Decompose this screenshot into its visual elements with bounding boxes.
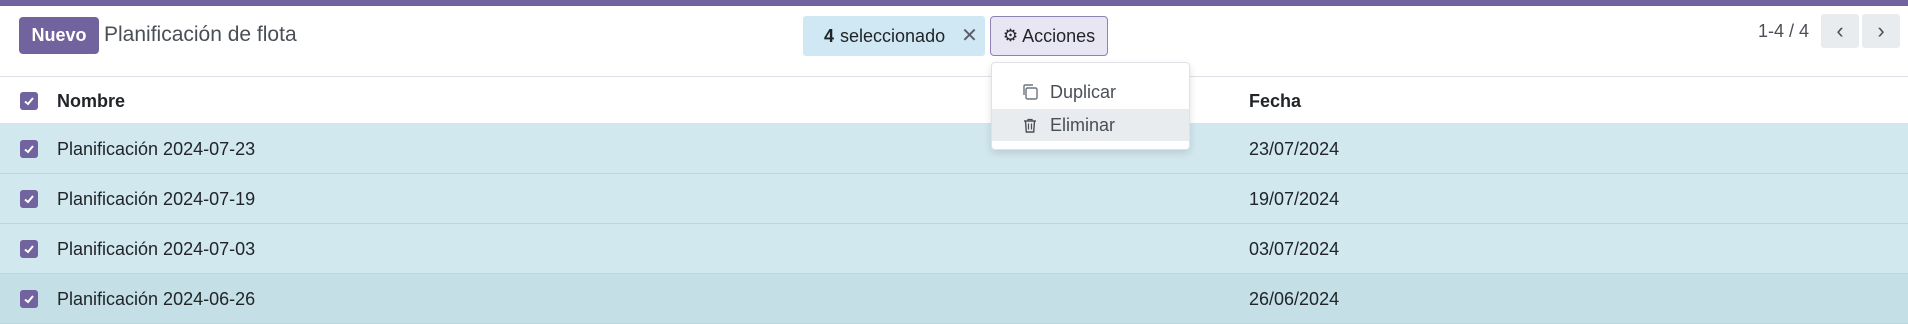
check-icon	[24, 97, 34, 106]
row-name: Planificación 2024-07-23	[57, 139, 256, 159]
row-name: Planificación 2024-07-19	[57, 189, 256, 209]
row-checkbox[interactable]	[20, 290, 38, 308]
gear-icon: ⚙	[1002, 26, 1019, 45]
close-icon[interactable]: ✕	[961, 26, 978, 46]
column-header-fecha[interactable]: Fecha	[1249, 91, 1301, 112]
actions-label: Acciones	[1022, 25, 1096, 46]
row-checkbox[interactable]	[20, 240, 38, 258]
selection-label: seleccionado	[840, 25, 946, 46]
top-accent-bar	[0, 0, 1908, 6]
table-row[interactable]: Planificación 2024-07-03 03/07/2024	[0, 224, 1908, 274]
menu-item-label: Duplicar	[1050, 81, 1117, 102]
pager-next-button[interactable]: ›	[1862, 14, 1900, 48]
table-row[interactable]: Planificación 2024-07-23 23/07/2024	[0, 124, 1908, 174]
row-date: 26/06/2024	[1249, 289, 1340, 309]
pager-value[interactable]: 1-4 / 4	[1758, 21, 1809, 42]
breadcrumb: Planificación de flota	[104, 23, 297, 46]
select-all-checkbox[interactable]	[20, 92, 38, 110]
row-date: 03/07/2024	[1249, 239, 1340, 259]
new-button[interactable]: Nuevo	[19, 17, 99, 54]
check-icon	[24, 195, 34, 204]
row-name: Planificación 2024-06-26	[57, 289, 256, 309]
table-row[interactable]: Planificación 2024-07-19 19/07/2024	[0, 174, 1908, 224]
pager-previous-button[interactable]: ‹	[1821, 14, 1859, 48]
actions-button[interactable]: ⚙ Acciones	[990, 16, 1108, 56]
selection-badge: 4 seleccionado ✕	[803, 16, 985, 56]
actions-dropdown: Duplicar Eliminar	[991, 62, 1190, 150]
menu-item-eliminar[interactable]: Eliminar	[992, 109, 1189, 141]
table-header: Nombre Fecha	[0, 76, 1908, 124]
trash-icon	[1020, 115, 1040, 135]
menu-item-label: Eliminar	[1050, 114, 1116, 135]
column-header-nombre[interactable]: Nombre	[57, 91, 125, 112]
row-checkbox[interactable]	[20, 190, 38, 208]
selection-count: 4	[824, 25, 835, 46]
row-checkbox[interactable]	[20, 140, 38, 158]
chevron-right-icon: ›	[1877, 18, 1885, 43]
check-icon	[24, 295, 34, 304]
row-date: 19/07/2024	[1249, 189, 1340, 209]
check-icon	[24, 145, 34, 154]
chevron-left-icon: ‹	[1836, 18, 1844, 43]
row-date: 23/07/2024	[1249, 139, 1340, 159]
row-name: Planificación 2024-07-03	[57, 239, 256, 259]
menu-item-duplicar[interactable]: Duplicar	[992, 76, 1189, 108]
check-icon	[24, 245, 34, 254]
copy-icon	[1020, 82, 1040, 102]
